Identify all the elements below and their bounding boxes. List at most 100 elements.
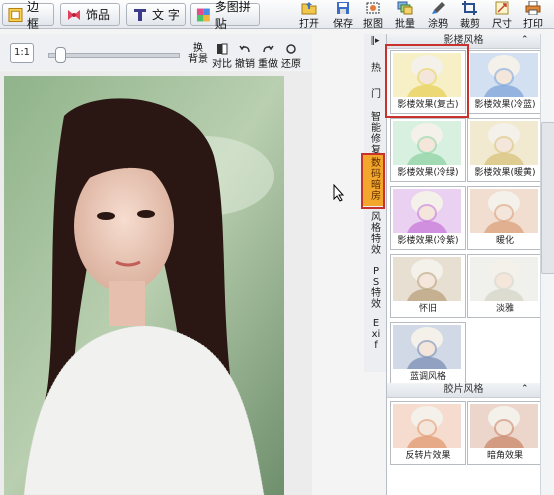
portrait-photo[interactable]: [4, 76, 284, 495]
sidebar-item-label: PS特效: [371, 266, 381, 310]
restore-icon: [286, 44, 296, 54]
mouse-pointer-icon: [333, 184, 345, 202]
zoom-slider-handle[interactable]: [54, 47, 66, 63]
print-button[interactable]: 打印: [516, 0, 550, 30]
effect-caption: 反转片效果: [405, 451, 451, 461]
resize-icon: [495, 1, 509, 15]
sidebar-item-smart-repair[interactable]: 智能修复: [365, 112, 387, 156]
batch-label: 批量: [395, 19, 415, 30]
resize-label: 尺寸: [492, 19, 512, 30]
open-button[interactable]: 打开: [292, 0, 326, 30]
compare-button[interactable]: 对比: [211, 43, 233, 70]
save-button[interactable]: 保存: [326, 0, 360, 30]
effect-thumbnail[interactable]: 反转片效果: [390, 401, 466, 465]
effect-thumbnail[interactable]: 蓝调风格: [390, 322, 466, 386]
effect-thumbnail[interactable]: 怀旧: [390, 254, 466, 318]
compare-label: 对比: [212, 59, 232, 70]
crop-button[interactable]: 裁剪: [453, 0, 487, 30]
print-icon: [525, 1, 541, 15]
cutout-button[interactable]: 抠图: [356, 0, 390, 30]
collage-button[interactable]: 多图拼贴: [190, 0, 260, 31]
brush-label: 涂鸦: [428, 19, 448, 30]
effect-caption: 影楼效果(冷绿): [397, 168, 459, 178]
ribbon-icon: [68, 9, 80, 20]
crop-label: 裁剪: [460, 19, 480, 30]
effect-caption: 怀旧: [418, 304, 437, 314]
effect-preview-image: [393, 325, 461, 369]
restore-button[interactable]: 还原: [280, 43, 302, 70]
cutout-label: 抠图: [363, 19, 383, 30]
effect-thumbnail[interactable]: 暖化: [467, 186, 543, 250]
crop-icon: [462, 1, 477, 15]
effect-preview-image: [393, 404, 461, 448]
effect-caption: 蓝调风格: [409, 372, 446, 382]
zoom-slider-track[interactable]: [48, 53, 180, 58]
batch-button[interactable]: 批量: [388, 0, 422, 30]
collapse-section-icon[interactable]: ⌃: [521, 35, 529, 45]
effect-preview-image: [470, 189, 538, 233]
brush-icon: [432, 2, 445, 14]
redo-label: 重做: [258, 59, 278, 70]
restore-label: 还原: [281, 59, 301, 70]
frame-icon: [8, 7, 23, 22]
effect-thumbnail[interactable]: 淡雅: [467, 254, 543, 318]
effect-thumbnail[interactable]: 影楼效果(暖黄): [467, 118, 543, 182]
text-button[interactable]: 文 字: [126, 3, 186, 26]
sidebar-item-label: 风格特效: [371, 212, 381, 256]
resize-button[interactable]: 尺寸: [485, 0, 519, 30]
sidebar-item-hot[interactable]: 热门: [365, 56, 387, 108]
highlight-vintage-effect: [385, 44, 469, 118]
effect-preview-image: [393, 189, 461, 233]
frame-button[interactable]: 边 框: [2, 0, 54, 31]
effect-preview-image: [470, 121, 538, 165]
accessory-button-label: 饰品: [86, 8, 111, 22]
effect-caption: 淡雅: [495, 304, 514, 314]
sidebar-item-exif[interactable]: Exif: [365, 318, 387, 351]
open-icon: [301, 2, 317, 15]
sidebar-item-style-effects[interactable]: 风格特效: [365, 212, 387, 256]
undo-label: 撤销: [235, 59, 255, 70]
brush-button[interactable]: 涂鸦: [421, 0, 455, 30]
save-label: 保存: [333, 19, 353, 30]
scrollbar-thumb[interactable]: [541, 122, 554, 274]
effect-thumbnail[interactable]: 影楼效果(冷绿): [390, 118, 466, 182]
effect-caption: 影楼效果(暖黄): [474, 168, 536, 178]
undo-button[interactable]: 撤销: [234, 43, 256, 70]
effect-preview-image: [470, 53, 538, 97]
open-label: 打开: [299, 19, 319, 30]
text-button-label: 文 字: [152, 8, 180, 22]
swap-background-label: 换 背景: [188, 43, 208, 65]
sidebar-item-label: 智能修复: [371, 112, 381, 156]
section-title-film-style: 胶片风格: [387, 383, 540, 398]
effect-thumbnail[interactable]: 影楼效果(冷蓝): [467, 50, 543, 114]
highlight-darkroom-tab: [361, 153, 385, 209]
redo-button[interactable]: 重做: [257, 43, 279, 70]
sidebar-item-label: 热门: [371, 63, 381, 100]
swap-background-button[interactable]: 换 背景: [186, 43, 210, 68]
collage-icon: [196, 8, 210, 21]
effect-caption: 暖化: [495, 236, 514, 246]
undo-icon: [239, 45, 250, 53]
effect-preview-image: [393, 257, 461, 301]
sidebar-item-ps-effects[interactable]: PS特效: [365, 266, 387, 310]
collage-button-label: 多图拼贴: [214, 0, 251, 31]
effect-preview-image: [470, 404, 538, 448]
effect-thumbnail[interactable]: 暗角效果: [467, 401, 543, 465]
actual-size-button[interactable]: 1:1: [10, 43, 34, 63]
collapse-panel-icon[interactable]: ‖▸: [366, 36, 384, 48]
effect-caption: 影楼效果(冷紫): [397, 236, 459, 246]
collapse-film-section-icon[interactable]: ⌃: [521, 384, 529, 394]
effect-thumbnail[interactable]: 影楼效果(冷紫): [390, 186, 466, 250]
effect-preview-image: [393, 121, 461, 165]
print-label: 打印: [523, 19, 543, 30]
accessory-button[interactable]: 饰品: [60, 3, 120, 26]
sidebar-item-label: Exif: [371, 318, 381, 351]
text-icon: [134, 8, 146, 21]
effect-caption: 暗角效果: [486, 451, 523, 461]
compare-icon: [217, 43, 228, 55]
cutout-icon: [366, 2, 380, 14]
batch-icon: [397, 1, 413, 15]
frame-button-label: 边 框: [26, 0, 39, 31]
save-icon: [337, 2, 349, 14]
effect-preview-image: [470, 257, 538, 301]
